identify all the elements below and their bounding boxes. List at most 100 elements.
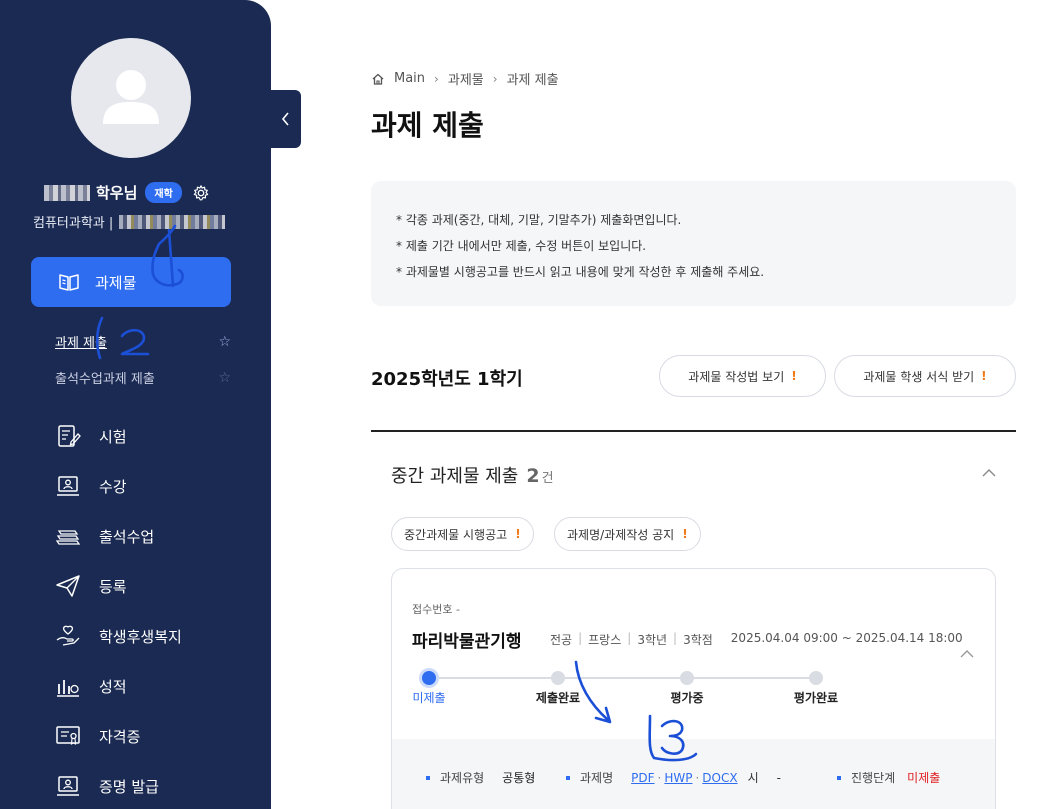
subitem-label: 과제 제출 (55, 336, 107, 351)
sidebar-item-label: 과제물 (95, 273, 137, 292)
progress-step-label: 평가중 (670, 691, 704, 705)
welfare-icon (56, 625, 80, 646)
star-icon[interactable]: ☆ (218, 334, 231, 350)
department: 컴퓨터과학과 | (33, 216, 114, 231)
department-info: 컴퓨터과학과 | (33, 212, 226, 231)
assignment-name-notice-tag[interactable]: 과제명/과제작성 공지 ! (554, 517, 701, 551)
masked-user-name (44, 184, 90, 201)
bullet (426, 775, 430, 780)
chevron-up-icon[interactable] (960, 647, 974, 661)
midterm-notice-tag[interactable]: 중간과제물 시행공고 ! (391, 517, 534, 551)
sidebar-item-grades[interactable]: 성적 (54, 671, 127, 701)
meta-subject: 프랑스 (588, 633, 622, 647)
section-count-unit: 건 (541, 471, 554, 486)
notice-line: * 과제물별 시행공고를 반드시 읽고 내용에 맞게 작성한 후 제출해 주세요… (396, 265, 765, 279)
link-separator: · (695, 770, 700, 785)
detail-label: 시 (747, 771, 759, 785)
detail-label: 과제유형 (440, 771, 485, 785)
breadcrumb: Main › 과제물 › 과제 제출 (371, 69, 559, 88)
user-icon (103, 70, 159, 124)
progress-track (429, 677, 817, 679)
sidebar-item-label: 성적 (99, 677, 127, 696)
lecture-icon (57, 476, 79, 496)
progress-step-dot (551, 671, 565, 685)
receipt-number: 접수번호 - (412, 603, 460, 616)
detail-name: 과제명 PDF · HWP · DOCX 시 - (566, 769, 781, 786)
sidebar-item-label: 자격증 (99, 727, 141, 746)
chevron-right-icon: › (492, 71, 498, 86)
tag-label: 과제명/과제작성 공지 (567, 527, 675, 542)
detail-label: 진행단계 (851, 771, 896, 785)
sidebar-toggle-button[interactable] (271, 90, 301, 148)
masked-student-id (119, 214, 226, 229)
meta-credits: 3학점 (683, 633, 713, 647)
sidebar-item-label: 수강 (99, 477, 127, 496)
progress-step-dot (809, 671, 823, 685)
progress-step-label: 미제출 (412, 691, 446, 705)
pdf-download-link[interactable]: PDF (631, 771, 654, 785)
sidebar-item-label: 출석수업 (99, 527, 155, 546)
progress-step-dot (680, 671, 694, 685)
document-issue-icon (57, 776, 79, 796)
chevron-left-icon (281, 112, 289, 126)
breadcrumb-assignments[interactable]: 과제물 (448, 69, 484, 88)
chevron-up-icon[interactable] (982, 466, 996, 480)
sidebar-item-certificate[interactable]: 자격증 (54, 721, 140, 751)
grade-icon (57, 680, 79, 697)
detail-type: 과제유형 공통형 (426, 769, 535, 786)
hwp-download-link[interactable]: HWP (664, 771, 692, 785)
notice-line: * 제출 기간 내에서만 제출, 수정 버튼이 보입니다. (396, 239, 647, 253)
sidebar-item-lecture[interactable]: 수강 (54, 471, 127, 501)
sidebar-item-label: 증명 발급 (99, 777, 159, 796)
docx-download-link[interactable]: DOCX (702, 771, 737, 785)
meta-category: 전공 (550, 633, 573, 647)
assignment-meta: 전공 | 프랑스 | 3학년 | 3학점 2025.04.04 09:00 ~ … (550, 631, 963, 648)
guide-button[interactable]: 과제물 작성법 보기 ! (659, 355, 826, 397)
exclamation-icon: ! (791, 369, 797, 383)
form-download-button-label: 과제물 학생 서식 받기 (863, 369, 975, 384)
paper-plane-icon (56, 575, 80, 597)
breadcrumb-main[interactable]: Main (394, 71, 425, 86)
detail-label: 과제명 (580, 771, 614, 785)
bullet (837, 775, 841, 780)
exam-icon (58, 425, 81, 447)
meta-grade: 3학년 (637, 633, 668, 647)
home-icon[interactable] (371, 72, 385, 86)
detail-stage: 진행단계 미제출 (837, 769, 940, 786)
progress-step-dot (422, 671, 436, 685)
assignment-title: 파리박물관기행 (412, 632, 522, 652)
gear-icon[interactable] (192, 184, 210, 202)
form-download-button[interactable]: 과제물 학생 서식 받기 ! (834, 355, 1016, 397)
sidebar-subitem-assignment-submit[interactable]: 과제 제출 ☆ (55, 332, 231, 352)
avatar (71, 38, 191, 158)
exclamation-icon: ! (981, 369, 987, 383)
tag-label: 중간과제물 시행공고 (404, 527, 508, 542)
link-separator: · (657, 770, 662, 785)
section-divider (371, 430, 1016, 432)
sidebar-item-label: 학생후생복지 (99, 627, 182, 646)
exclamation-icon: ! (682, 527, 688, 541)
star-icon[interactable]: ☆ (218, 370, 231, 386)
certificate-icon (56, 726, 80, 746)
meta-divider: | (673, 631, 678, 645)
subitem-label: 출석수업과제 제출 (55, 372, 155, 387)
book-open-icon (59, 274, 79, 291)
sidebar-item-document-issue[interactable]: 증명 발급 (54, 771, 159, 801)
sidebar-subitem-attendance-assignment[interactable]: 출석수업과제 제출 ☆ (55, 368, 231, 388)
detail-value: 공통형 (502, 771, 536, 785)
detail-value: - (776, 770, 781, 785)
sidebar-item-attendance[interactable]: 출석수업 (54, 521, 154, 551)
user-name-suffix: 학우님 (96, 184, 138, 202)
chevron-right-icon: › (434, 71, 439, 86)
status-badge: 재학 (145, 182, 182, 203)
sidebar-item-registration[interactable]: 등록 (54, 571, 127, 601)
sidebar-item-assignments[interactable]: 과제물 (31, 257, 231, 307)
progress-step-label: 제출완료 (535, 691, 581, 705)
sidebar-item-welfare[interactable]: 학생후생복지 (54, 621, 182, 651)
meta-divider: | (627, 631, 632, 645)
notice-box: * 각종 과제(중간, 대체, 기말, 기말추가) 제출화면입니다. * 제출 … (371, 181, 1016, 306)
meta-divider: | (578, 631, 583, 645)
sidebar-item-exam[interactable]: 시험 (54, 421, 127, 451)
sidebar-item-label: 시험 (99, 427, 127, 446)
notice-line: * 각종 과제(중간, 대체, 기말, 기말추가) 제출화면입니다. (396, 213, 682, 227)
